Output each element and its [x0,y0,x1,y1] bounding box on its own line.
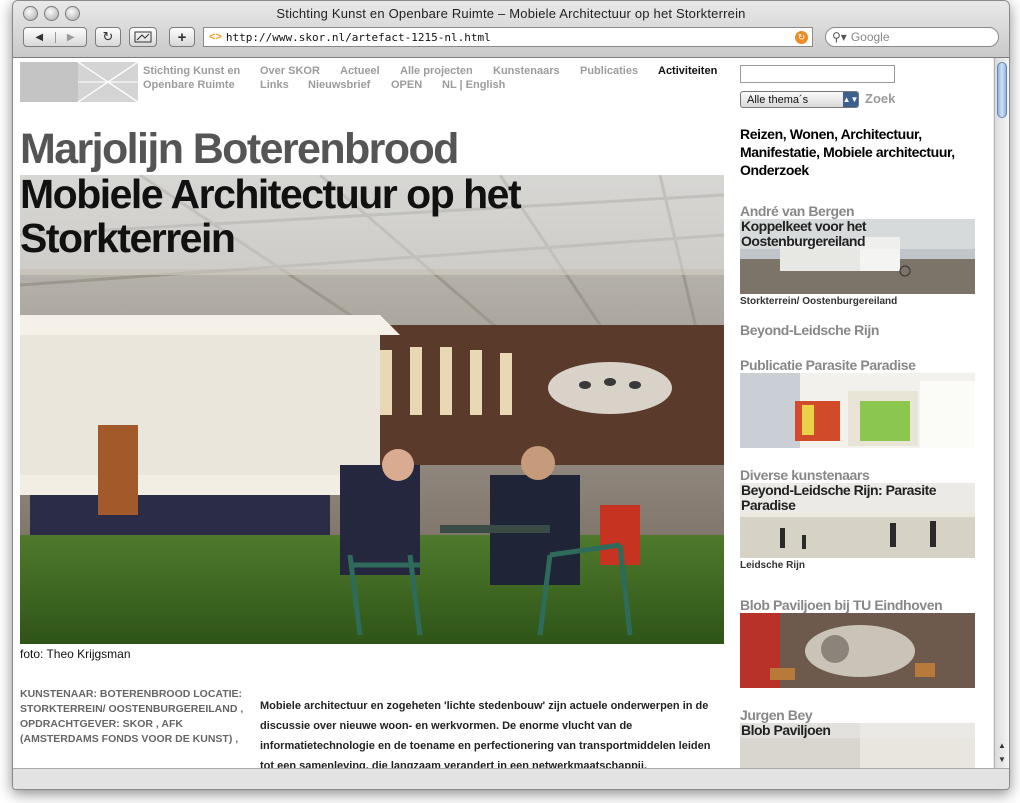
tag-link-reizen[interactable]: Reizen [740,126,783,142]
related-item-blob[interactable]: Blob Paviljoen bij TU Eindhoven [740,597,976,688]
nav-link-publicaties[interactable]: Publicaties [580,64,658,78]
related-thumbnail[interactable]: Beyond-Leidsche Rijn: Parasite Paradise [740,483,975,558]
window-title: Stichting Kunst en Openbare Ruimte – Mob… [276,6,746,21]
add-bookmark-button[interactable]: + [169,27,195,47]
related-item-publicatie[interactable]: Publicatie Parasite Paradise [740,357,976,448]
nav-link-stichting[interactable]: Stichting Kunst en [143,64,260,78]
tag-separator: , [951,144,955,160]
tag-link-manifestatie[interactable]: Manifestatie [740,144,817,160]
site-search-input[interactable] [740,65,895,83]
thumb-blob-image [740,613,975,688]
nav-link-over-skor[interactable]: Over SKOR [260,64,340,78]
scroll-up-arrow-icon[interactable]: ▲ [995,738,1009,752]
related-heading[interactable]: Publicatie Parasite Paradise [740,357,976,373]
snapback-icon [134,31,152,43]
thumb-publicatie-image [740,373,975,448]
related-thumbnail[interactable]: Blob Paviljoen [740,723,975,768]
address-bar[interactable]: <> http://www.skor.nl/artefact-1215-nl.h… [203,27,813,47]
nav-row-2: Openbare Ruimte Links Nieuwsbrief OPEN N… [143,78,733,92]
tag-separator: , [918,126,922,142]
nav-link-actueel[interactable]: Actueel [340,64,400,78]
tag-link-architectuur[interactable]: Architectuur [841,126,919,142]
related-heading[interactable]: Blob Paviljoen bij TU Eindhoven [740,597,976,613]
nav-row-1: Stichting Kunst en Over SKOR Actueel All… [143,64,733,78]
title-bar: Stichting Kunst en Openbare Ruimte – Mob… [13,1,1009,58]
related-heading[interactable]: Jurgen Bey [740,707,976,723]
photo-credit: foto: Theo Krijgsman [20,647,131,661]
theme-select-value: Alle thema´s [747,93,809,106]
related-overlay-title: Koppelkeet voor het Oostenburgereiland [740,219,975,249]
artist-name: Marjolijn Boterenbrood [20,125,459,173]
reload-button[interactable]: ↻ [95,27,121,47]
select-arrows-icon: ▲▼ [843,92,858,107]
vertical-scrollbar[interactable]: ▲ ▼ [994,58,1009,768]
nav-link-open[interactable]: OPEN [391,78,442,92]
nav-link-alle-projecten[interactable]: Alle projecten [400,64,493,78]
nav-link-language[interactable]: NL | English [442,78,505,92]
related-heading[interactable]: André van Bergen [740,203,976,219]
related-heading[interactable]: Diverse kunstenaars [740,467,976,483]
related-overlay-title: Blob Paviljoen [740,723,975,738]
snapback-button[interactable] [129,27,157,47]
theme-select[interactable]: Alle thema´s ▲▼ [740,91,859,108]
scroll-thumb[interactable] [997,62,1007,118]
plus-icon: + [177,28,187,46]
related-item-koppelkeet[interactable]: André van Bergen Koppelkeet voor het Oos… [740,203,976,307]
tag-link-onderzoek[interactable]: Onderzoek [740,162,809,178]
related-heading[interactable]: Beyond-Leidsche Rijn [740,322,976,338]
forward-arrow-icon[interactable]: ▶ [54,31,87,43]
search-submit-button[interactable]: Zoek [865,91,895,106]
search-icon: ⚲▾ [832,30,847,44]
related-item-parasite[interactable]: Diverse kunstenaars Beyond-Leidsche Rijn… [740,467,976,571]
site-favicon-icon: <> [209,31,222,43]
status-bar [13,768,1009,789]
project-meta: KUNSTENAAR: BOTERENBROOD LOCATIE: STORKT… [20,688,244,745]
related-thumbnail[interactable] [740,613,975,688]
top-navigation: Stichting Kunst en Over SKOR Actueel All… [143,64,733,92]
theme-tags: Reizen, Wonen, Architectuur, Manifestati… [740,125,980,179]
back-forward-buttons: ◀ ▶ [23,27,87,47]
related-overlay-title: Beyond-Leidsche Rijn: Parasite Paradise [740,483,975,513]
nav-link-activiteiten[interactable]: Activiteiten [658,64,717,78]
back-arrow-icon[interactable]: ◀ [24,32,55,43]
nav-link-openbare-ruimte[interactable]: Openbare Ruimte [143,78,260,92]
tag-separator: , [782,126,790,142]
google-search-field[interactable]: ⚲▾ Google [825,27,999,47]
url-text[interactable]: http://www.skor.nl/artefact-1215-nl.html [226,31,795,44]
nav-link-links[interactable]: Links [260,78,308,92]
article-body: Mobiele architectuur en zogeheten 'licht… [260,700,711,768]
browser-window: Stichting Kunst en Openbare Ruimte – Mob… [12,0,1010,790]
search-placeholder: Google [850,30,890,44]
skor-logo[interactable] [20,62,138,102]
rss-go-icon[interactable]: ↻ [795,30,808,44]
related-thumbnail[interactable]: Koppelkeet voor het Oostenburgereiland [740,219,975,294]
web-page: Stichting Kunst en Over SKOR Actueel All… [13,58,993,768]
scroll-down-arrow-icon[interactable]: ▼ [995,752,1009,766]
reload-icon: ↻ [102,29,114,44]
nav-link-kunstenaars[interactable]: Kunstenaars [493,64,580,78]
article-title: Mobiele Architectuur op het Storkterrein [20,171,522,261]
related-caption: Storkterrein/ Oostenburgereiland [740,296,898,307]
related-item-beyond[interactable]: Beyond-Leidsche Rijn [740,322,976,338]
tag-link-mobiele-architectuur[interactable]: Mobiele architectuur [823,144,952,160]
nav-link-nieuwsbrief[interactable]: Nieuwsbrief [308,78,391,92]
related-item-jurgen-bey[interactable]: Jurgen Bey Blob Paviljoen [740,707,976,768]
tag-link-wonen[interactable]: Wonen [790,126,835,142]
related-caption: Leidsche Rijn [740,560,806,571]
related-thumbnail[interactable] [740,373,975,448]
